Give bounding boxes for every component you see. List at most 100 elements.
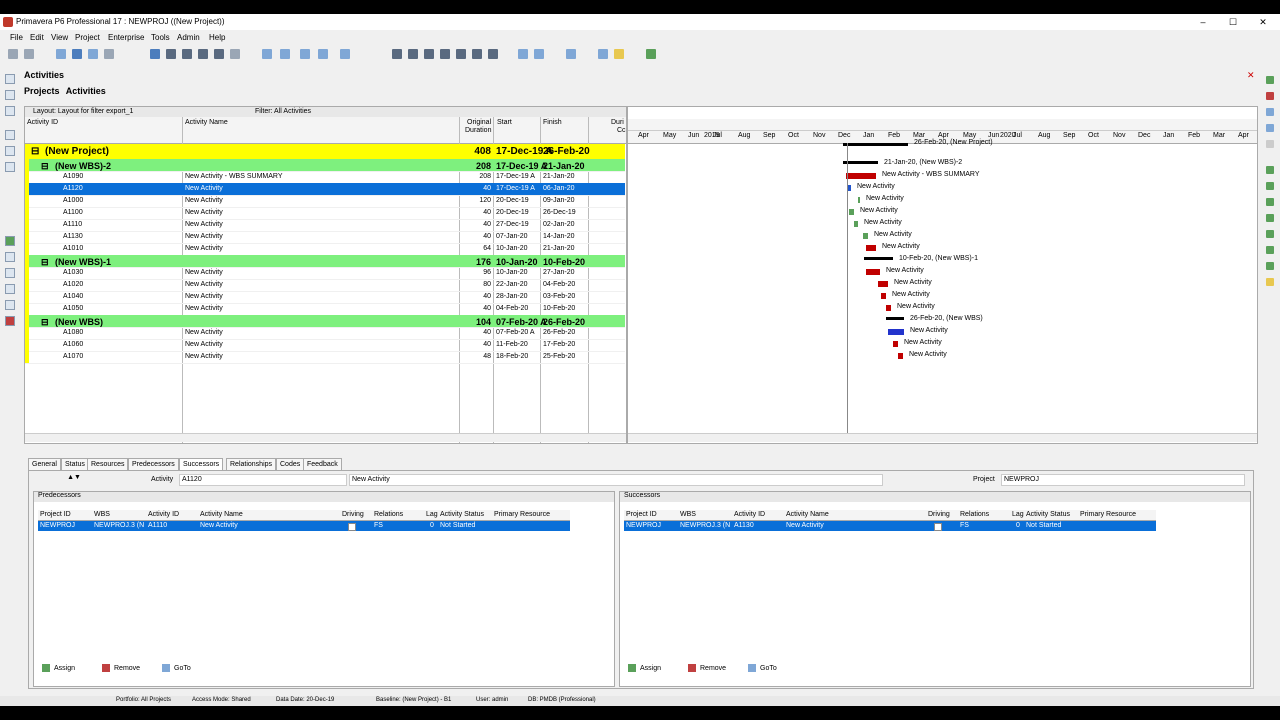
toolbar-icon-24[interactable] bbox=[488, 49, 498, 59]
toolbar-icon-14[interactable] bbox=[280, 49, 290, 59]
tab-projects[interactable]: Projects bbox=[24, 86, 60, 96]
right-icon-4[interactable] bbox=[1266, 124, 1274, 132]
menu-edit[interactable]: Edit bbox=[30, 33, 44, 42]
left-icon-11[interactable] bbox=[5, 300, 15, 310]
collapse-icon[interactable]: ⊟ bbox=[31, 146, 39, 157]
gantt-bar[interactable] bbox=[898, 353, 903, 359]
toolbar-icon-6[interactable] bbox=[104, 49, 114, 59]
menu-file[interactable]: File bbox=[10, 33, 23, 42]
hdr-project-id[interactable]: Project ID bbox=[40, 511, 71, 518]
menu-view[interactable]: View bbox=[51, 33, 68, 42]
goto-button[interactable]: GoTo bbox=[162, 664, 191, 672]
left-icon-8[interactable] bbox=[5, 252, 15, 262]
gantt-bar[interactable] bbox=[866, 269, 880, 275]
toolbar-icon-19[interactable] bbox=[408, 49, 418, 59]
tab-activities[interactable]: Activities bbox=[66, 86, 106, 96]
gantt-bar[interactable] bbox=[843, 143, 908, 146]
right-icon-9[interactable] bbox=[1266, 214, 1274, 222]
gantt-bar[interactable] bbox=[878, 281, 888, 287]
gantt-bar[interactable] bbox=[863, 233, 868, 239]
assign-button[interactable]: Assign bbox=[628, 664, 661, 672]
delete-icon[interactable] bbox=[1266, 92, 1274, 100]
hdr-driving[interactable]: Driving bbox=[928, 511, 950, 518]
gantt-bar[interactable] bbox=[854, 221, 858, 227]
remove-button[interactable]: Remove bbox=[102, 664, 140, 672]
project-field[interactable]: NEWPROJ bbox=[1001, 474, 1245, 486]
hdr-lag[interactable]: Lag bbox=[1012, 511, 1024, 518]
menu-admin[interactable]: Admin bbox=[177, 33, 200, 42]
driving-checkbox[interactable] bbox=[348, 523, 356, 533]
add-icon[interactable] bbox=[1266, 76, 1274, 84]
driving-checkbox[interactable] bbox=[934, 523, 942, 533]
right-icon-10[interactable] bbox=[1266, 230, 1274, 238]
toolbar-icon-2[interactable] bbox=[24, 49, 34, 59]
gantt-bar[interactable] bbox=[893, 341, 898, 347]
toolbar-icon-30[interactable] bbox=[646, 49, 656, 59]
hdr-activity-name[interactable]: Activity Name bbox=[200, 511, 243, 518]
toolbar-icon-11[interactable] bbox=[214, 49, 224, 59]
left-icon-4[interactable] bbox=[5, 130, 15, 140]
right-icon-6[interactable] bbox=[1266, 166, 1274, 174]
col-duration[interactable]: Duri bbox=[611, 119, 624, 126]
toolbar-icon-1[interactable] bbox=[8, 49, 18, 59]
gantt-bar[interactable] bbox=[843, 161, 878, 164]
left-icon-5[interactable] bbox=[5, 146, 15, 156]
toolbar-icon-28[interactable] bbox=[598, 49, 608, 59]
menu-tools[interactable]: Tools bbox=[151, 33, 170, 42]
gantt-bar[interactable] bbox=[849, 209, 854, 215]
toolbar-icon-20[interactable] bbox=[424, 49, 434, 59]
hdr-activity-status[interactable]: Activity Status bbox=[440, 511, 484, 518]
col-original-duration[interactable]: Original bbox=[467, 119, 491, 126]
goto-button[interactable]: GoTo bbox=[748, 664, 777, 672]
hdr-driving[interactable]: Driving bbox=[342, 511, 364, 518]
col-activity-id[interactable]: Activity ID bbox=[27, 119, 58, 126]
toolbar-icon-27[interactable] bbox=[566, 49, 576, 59]
hdr-relations[interactable]: Relations bbox=[960, 511, 989, 518]
gantt-bar[interactable] bbox=[864, 257, 893, 260]
minimize-button[interactable]: – bbox=[1188, 15, 1218, 29]
left-icon-2[interactable] bbox=[5, 90, 15, 100]
toolbar-icon-7[interactable] bbox=[150, 49, 160, 59]
hdr-wbs[interactable]: WBS bbox=[94, 511, 110, 518]
toolbar-icon-13[interactable] bbox=[262, 49, 272, 59]
right-icon-5[interactable] bbox=[1266, 140, 1274, 148]
left-icon-7[interactable] bbox=[5, 236, 15, 246]
filter-label[interactable]: Filter: All Activities bbox=[255, 108, 311, 115]
zoom-out-icon[interactable] bbox=[534, 49, 544, 59]
gantt-bar[interactable] bbox=[858, 197, 860, 203]
horizontal-scrollbar[interactable] bbox=[25, 433, 626, 442]
col-start[interactable]: Start bbox=[497, 119, 512, 126]
toolbar-icon-18[interactable] bbox=[392, 49, 402, 59]
toolbar-icon-12[interactable] bbox=[230, 49, 240, 59]
filter-icon[interactable] bbox=[318, 49, 328, 59]
menu-enterprise[interactable]: Enterprise bbox=[108, 33, 144, 42]
toolbar-icon-9[interactable] bbox=[182, 49, 192, 59]
hdr-lag[interactable]: Lag bbox=[426, 511, 438, 518]
gantt-bar[interactable] bbox=[886, 305, 891, 311]
hdr-activity-id[interactable]: Activity ID bbox=[734, 511, 765, 518]
project-row[interactable]: ⊟ (New Project) 408 17-Dec-19 A 26-Feb-20 bbox=[25, 144, 625, 160]
toolbar-icon-17[interactable] bbox=[340, 49, 350, 59]
toolbar-icon-15[interactable] bbox=[300, 49, 310, 59]
col-finish[interactable]: Finish bbox=[543, 119, 562, 126]
left-icon-12[interactable] bbox=[5, 316, 15, 326]
hdr-activity-status[interactable]: Activity Status bbox=[1026, 511, 1070, 518]
toolbar-icon-8[interactable] bbox=[166, 49, 176, 59]
remove-button[interactable]: Remove bbox=[688, 664, 726, 672]
left-icon-9[interactable] bbox=[5, 268, 15, 278]
gantt-bar[interactable] bbox=[846, 173, 876, 179]
maximize-button[interactable]: ☐ bbox=[1218, 15, 1248, 29]
nav-stepper[interactable]: ▲▼ bbox=[59, 474, 89, 484]
gantt-bar[interactable] bbox=[881, 293, 886, 299]
left-icon-10[interactable] bbox=[5, 284, 15, 294]
predecessor-row[interactable]: NEWPROJ NEWPROJ.3 (N A1110 New Activity … bbox=[38, 521, 570, 531]
left-icon-3[interactable] bbox=[5, 106, 15, 116]
activity-name-field[interactable]: New Activity bbox=[349, 474, 883, 486]
toolbar-icon-23[interactable] bbox=[472, 49, 482, 59]
activity-id-field[interactable]: A1120 bbox=[179, 474, 347, 486]
gantt-bar[interactable] bbox=[888, 329, 904, 335]
hdr-primary-resource[interactable]: Primary Resource bbox=[494, 511, 550, 518]
hdr-relations[interactable]: Relations bbox=[374, 511, 403, 518]
hdr-activity-name[interactable]: Activity Name bbox=[786, 511, 829, 518]
toolbar-icon-5[interactable] bbox=[88, 49, 98, 59]
